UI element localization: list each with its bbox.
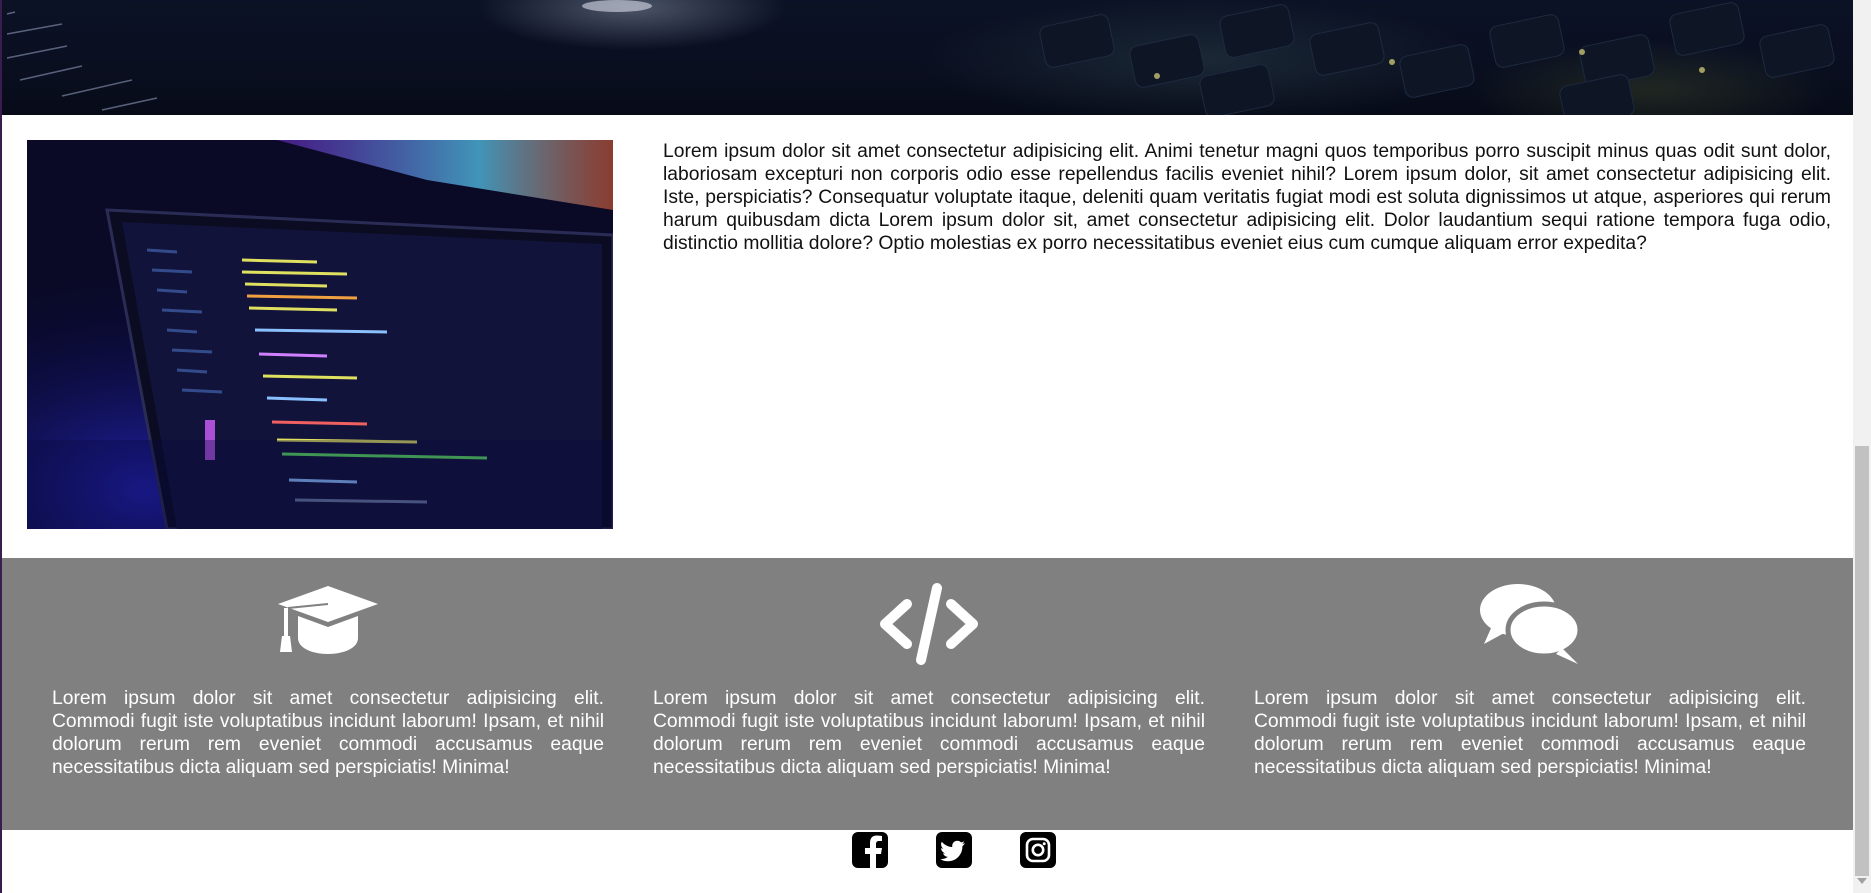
code-icon bbox=[880, 583, 978, 665]
instagram-icon bbox=[1020, 832, 1056, 868]
social-links bbox=[2, 832, 1853, 872]
instagram-link[interactable] bbox=[1020, 832, 1056, 868]
graduation-cap-icon bbox=[278, 586, 378, 654]
facebook-link[interactable] bbox=[852, 832, 888, 868]
features-section: Lorem ipsum dolor sit amet consectetur a… bbox=[2, 558, 1853, 830]
facebook-icon bbox=[852, 832, 888, 868]
twitter-link[interactable] bbox=[936, 832, 972, 868]
intro-paragraph: Lorem ipsum dolor sit amet consectetur a… bbox=[663, 141, 1831, 254]
page: Lorem ipsum dolor sit amet consectetur a… bbox=[0, 0, 1853, 893]
hero-banner-image bbox=[2, 0, 1853, 115]
comments-icon bbox=[1480, 584, 1582, 664]
scrollbar-thumb[interactable] bbox=[1855, 446, 1869, 876]
laptop-code-photo bbox=[27, 140, 613, 529]
twitter-icon bbox=[936, 832, 972, 868]
vertical-scrollbar[interactable] bbox=[1853, 0, 1871, 893]
feature-text: Lorem ipsum dolor sit amet consectetur a… bbox=[52, 688, 604, 778]
feature-text: Lorem ipsum dolor sit amet consectetur a… bbox=[653, 688, 1205, 778]
feature-text: Lorem ipsum dolor sit amet consectetur a… bbox=[1254, 688, 1806, 778]
scroll-down-arrow-icon[interactable] bbox=[1857, 878, 1867, 884]
